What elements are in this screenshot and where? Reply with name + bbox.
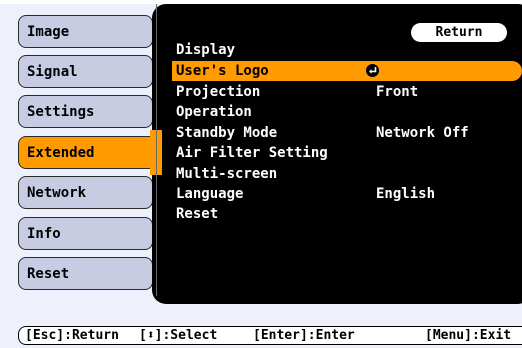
menu-item-label: Settings [27,103,95,120]
submenu-item-label: Projection [176,84,261,100]
menu-item-label: Network [27,184,87,201]
menu-item-info[interactable]: Info [18,217,153,250]
menu-item-extended[interactable]: Extended [18,136,161,169]
submenu-item-value: Front [376,84,419,100]
menu-item-reset[interactable]: Reset [18,257,153,290]
menu-item-settings[interactable]: Settings [18,95,153,128]
help-enter: [Enter]:Enter [253,328,355,343]
menu-item-image[interactable]: Image [18,15,153,48]
submenu-item-label: Reset [176,206,219,222]
help-esc: [Esc]:Return [25,328,119,343]
menu-item-label: Signal [27,63,78,80]
submenu-item-value: Network Off [376,125,469,141]
submenu-item-label: Standby Mode [176,125,278,141]
menu-item-label: Reset [27,265,70,282]
return-button[interactable]: Return [411,23,507,42]
help-select: [⬍]:Select [139,328,218,343]
submenu-item-label: Air Filter Setting [176,145,328,161]
enter-icon [366,64,379,77]
submenu-item-value: English [376,186,436,202]
menu-item-network[interactable]: Network [18,176,153,209]
menu-item-label: Info [27,225,61,242]
submenu-item-label: Operation [176,104,252,120]
menu-item-label: Extended [27,144,95,161]
help-menu: [Menu]:Exit [425,328,512,343]
menu-item-signal[interactable]: Signal [18,55,153,88]
submenu-item-label: Multi-screen [176,166,278,182]
submenu-item-label: User's Logo [176,63,269,79]
left-menu: Image Signal Settings Extended Network I… [0,0,161,300]
menu-item-label: Image [27,23,70,40]
panel-divider [156,4,157,296]
submenu-item-label: Display [176,42,236,58]
help-bar: [Esc]:Return [⬍]:Select [Enter]:Enter [M… [18,326,522,345]
submenu-item-label: Language [176,186,244,202]
